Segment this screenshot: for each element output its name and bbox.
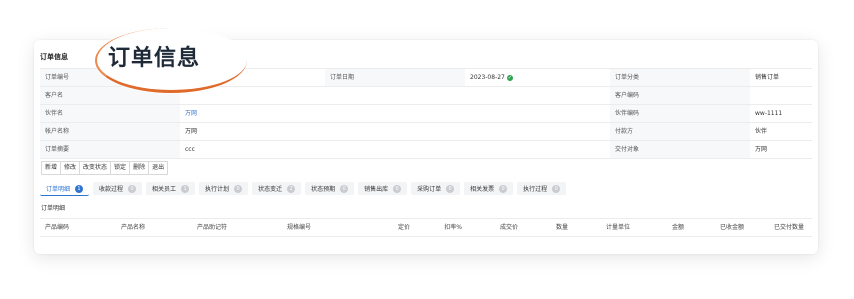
lock-button[interactable]: 锁定 [110,161,131,175]
field-label: 订单分类 [610,69,750,86]
tab-label: 相关员工 [152,186,177,193]
tab-status-changes[interactable]: 状态变迁 2 [252,182,302,195]
field-label: 订单摘要 [40,141,180,158]
form-row: 订单摘要 ccc 交付对象 万网 [40,141,812,159]
field-label: 订单日期 [325,69,465,86]
tab-label: 采购订单 [417,186,442,193]
details-table-header: 产品编码 产品名称 产品助记符 规格编号 定价 扣率% 成交价 数量 计量单位 … [40,218,812,237]
order-summary-value[interactable]: ccc [180,141,610,158]
tab-related-invoices[interactable]: 相关发票 0 [464,182,514,195]
column-header[interactable]: 规格编号 [282,219,360,236]
count-badge: 0 [446,184,455,193]
tab-label: 订单明细 [46,186,71,193]
column-header[interactable]: 定价 [360,219,418,236]
field-label: 客户编码 [610,87,750,104]
tab-order-details[interactable]: 订单明细 1 [40,182,90,196]
tab-execution-plan[interactable]: 执行计划 0 [199,182,249,195]
field-label: 付款方 [610,123,750,140]
count-badge: 0 [499,184,508,193]
count-badge: 0 [393,184,402,193]
column-header[interactable]: 已收金额 [692,219,752,236]
tab-label: 销售出库 [364,186,389,193]
tab-label: 相关发票 [470,186,495,193]
column-header[interactable]: 产品名称 [116,219,192,236]
column-header[interactable]: 产品编码 [40,219,116,236]
tab-label: 执行过程 [523,186,548,193]
order-category-value[interactable]: 销售订单 [750,69,812,86]
form-row: 帐户名称 万网 付款方 伙伴 [40,123,812,141]
payer-value[interactable]: 伙伴 [750,123,812,140]
partner-code-value[interactable]: ww-1111 [750,105,812,122]
action-toolbar: 新增 修改 改变状态 锁定 删除 退出 [41,161,169,175]
delete-button[interactable]: 删除 [129,161,150,175]
check-circle-icon: ✓ [506,74,513,81]
subtab-order-details[interactable]: 订单明细 [41,203,65,212]
column-header[interactable]: 产品助记符 [192,219,282,236]
count-badge: 0 [128,184,137,193]
column-header[interactable]: 计量单位 [576,219,638,236]
tab-sales-outbound[interactable]: 销售出库 0 [358,182,408,195]
field-label: 帐户名称 [40,123,180,140]
delivery-target-value[interactable]: 万网 [750,141,812,158]
count-badge: 1 [181,184,190,193]
field-label: 交付对象 [610,141,750,158]
change-status-button[interactable]: 改变状态 [79,161,112,175]
order-date-value[interactable]: 2023-08-27 ✓ [465,69,610,86]
order-date-text: 2023-08-27 [470,74,505,81]
customer-code-value[interactable] [750,87,812,104]
tab-label: 执行计划 [205,186,230,193]
count-badge: 0 [552,184,561,193]
account-name-value[interactable]: 万网 [180,123,610,140]
column-header[interactable]: 已交付数量 [752,219,812,236]
count-badge: 0 [234,184,243,193]
customer-name-value[interactable] [180,87,610,104]
column-header[interactable]: 扣率% [418,219,470,236]
callout-title: 订单信息 [108,46,201,71]
column-header[interactable]: 成交价 [470,219,526,236]
column-header[interactable]: 数量 [526,219,576,236]
partner-name-link[interactable]: 万网 [180,105,610,122]
tab-purchase-orders[interactable]: 采购订单 0 [411,182,461,195]
tab-payment-process[interactable]: 收款过程 0 [93,182,143,195]
section-title: 订单信息 [40,53,68,61]
form-row: 伙伴名 万网 伙伴编码 ww-1111 [40,105,812,123]
count-badge: 0 [340,184,349,193]
tab-status-expectation[interactable]: 状态预期 0 [305,182,355,195]
detail-tabs: 订单明细 1 收款过程 0 相关员工 1 执行计划 0 状态变迁 2 状态预期 0 销售出库… [40,182,567,196]
tab-label: 收款过程 [99,186,124,193]
tab-label: 状态变迁 [258,186,283,193]
edit-button[interactable]: 修改 [60,161,81,175]
field-label: 伙伴编码 [610,105,750,122]
tab-related-staff[interactable]: 相关员工 1 [146,182,196,195]
count-badge: 2 [287,184,296,193]
field-label: 伙伴名 [40,105,180,122]
count-badge: 1 [75,184,84,193]
tab-execution-process[interactable]: 执行过程 0 [517,182,567,195]
column-header[interactable]: 金额 [638,219,692,236]
tab-label: 状态预期 [311,186,336,193]
exit-button[interactable]: 退出 [148,161,169,175]
add-button[interactable]: 新增 [41,161,62,175]
